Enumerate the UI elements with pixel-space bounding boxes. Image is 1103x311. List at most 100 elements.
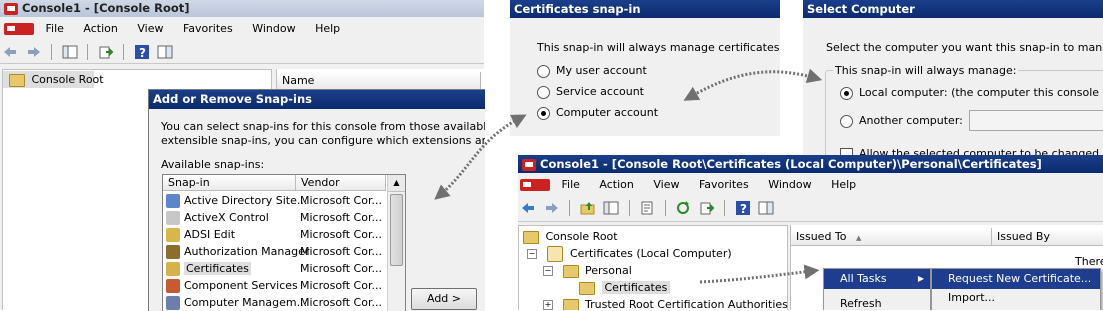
snapin-row[interactable]: ADSI Edit Microsoft Cor... bbox=[163, 226, 386, 243]
forward-icon[interactable] bbox=[26, 44, 42, 60]
menu-action[interactable]: Action bbox=[591, 173, 641, 197]
radio-label: Another computer: bbox=[859, 114, 963, 127]
menu-action[interactable]: Action bbox=[75, 17, 125, 41]
menu-item-all-tasks[interactable]: All Tasks ▶ bbox=[824, 269, 930, 289]
tree-item-console-root[interactable]: Console Root bbox=[3, 71, 104, 88]
groupbox-label: This snap-in will always manage: bbox=[833, 64, 1019, 77]
certificate-store-icon bbox=[546, 246, 563, 262]
tree-item-certificates[interactable]: Certificates bbox=[519, 279, 787, 296]
console2-titlebar[interactable]: Console1 - [Console Root\Certificates (L… bbox=[518, 155, 1103, 173]
menu-item-request-new-certificate[interactable]: Request New Certificate... bbox=[932, 269, 1100, 289]
collapse-icon[interactable]: − bbox=[543, 266, 553, 276]
folder-icon bbox=[562, 264, 579, 278]
show-hide-tree-icon[interactable] bbox=[62, 44, 78, 60]
up-one-level-icon[interactable] bbox=[580, 200, 596, 216]
menu-window[interactable]: Window bbox=[244, 17, 303, 41]
column-header-snapin[interactable]: Snap-in bbox=[163, 175, 296, 191]
description-line-2: extensible snap-ins, you can configure w… bbox=[161, 134, 485, 147]
menu-view[interactable]: View bbox=[129, 17, 171, 41]
menu-file[interactable]: File bbox=[38, 17, 72, 41]
menu-view[interactable]: View bbox=[645, 173, 687, 197]
snapin-name: Component Services bbox=[184, 279, 298, 292]
snapin-row[interactable]: Certificates Microsoft Cor... bbox=[163, 260, 386, 277]
tree-item-label: Certificates (Local Computer) bbox=[570, 247, 732, 260]
console-menu-icon[interactable] bbox=[4, 23, 34, 35]
console1-title: Console1 - [Console Root] bbox=[22, 1, 190, 15]
menu-item-refresh[interactable]: Refresh bbox=[824, 294, 930, 310]
snapin-row[interactable]: Authorization Manager Microsoft Cor... bbox=[163, 243, 386, 260]
radio-computer-account[interactable]: Computer account bbox=[537, 104, 658, 121]
menu-item-import[interactable]: Import... bbox=[932, 289, 1100, 307]
snapin-row[interactable]: Active Directory Site... Microsoft Cor... bbox=[163, 192, 386, 209]
collapse-icon[interactable]: − bbox=[527, 249, 537, 259]
snapin-name: Active Directory Site... bbox=[184, 194, 308, 207]
help-icon[interactable]: ? bbox=[735, 200, 751, 216]
tree-item-console-root[interactable]: Console Root bbox=[519, 228, 787, 245]
radio-another-computer[interactable]: Another computer: bbox=[840, 112, 963, 129]
menu-favorites[interactable]: Favorites bbox=[175, 17, 241, 41]
certificates-snapin-dialog: Certificates snap-in This snap-in will a… bbox=[510, 0, 780, 136]
forward-icon[interactable] bbox=[544, 200, 560, 216]
snapin-name: ActiveX Control bbox=[184, 211, 269, 224]
menu-help[interactable]: Help bbox=[307, 17, 348, 41]
show-hide-tree-icon[interactable] bbox=[603, 200, 619, 216]
all-tasks-submenu: Request New Certificate... Import... bbox=[931, 268, 1101, 310]
column-header-name[interactable]: Name bbox=[277, 72, 481, 90]
add-remove-titlebar[interactable]: Add or Remove Snap-ins bbox=[149, 90, 485, 109]
tree-item-trusted-root[interactable]: + Trusted Root Certification Authorities bbox=[519, 296, 788, 310]
submenu-arrow-icon: ▶ bbox=[917, 274, 924, 283]
snapin-row[interactable]: Computer Managem... Microsoft Cor... bbox=[163, 294, 386, 311]
radio-my-user-account[interactable]: My user account bbox=[537, 62, 647, 79]
radio-service-account[interactable]: Service account bbox=[537, 83, 644, 100]
another-computer-input[interactable] bbox=[969, 110, 1103, 131]
menu-window[interactable]: Window bbox=[760, 173, 819, 197]
certificates-snapin-titlebar[interactable]: Certificates snap-in bbox=[510, 0, 780, 18]
snapin-vendor: Microsoft Cor... bbox=[300, 194, 382, 207]
available-snapins-label: Available snap-ins: bbox=[161, 158, 265, 171]
snapin-row[interactable]: Component Services Microsoft Cor... bbox=[163, 277, 386, 294]
console2-menubar: File Action View Favorites Window Help bbox=[518, 173, 1103, 197]
snapin-vendor: Microsoft Cor... bbox=[300, 211, 382, 224]
select-computer-titlebar[interactable]: Select Computer bbox=[803, 0, 1103, 18]
ad-sites-icon bbox=[166, 194, 180, 208]
menu-help[interactable]: Help bbox=[823, 173, 864, 197]
column-header-label: Snap-in bbox=[168, 176, 210, 189]
column-header-vendor[interactable]: Vendor bbox=[296, 175, 386, 191]
console1-titlebar[interactable]: Console1 - [Console Root] bbox=[0, 0, 484, 17]
refresh-icon[interactable] bbox=[675, 200, 691, 216]
folder-open-icon bbox=[579, 281, 595, 295]
sort-ascending-icon: ▲ bbox=[856, 234, 862, 242]
properties-icon[interactable] bbox=[639, 200, 655, 216]
tree-item-certificates-local-computer[interactable]: − Certificates (Local Computer) bbox=[519, 245, 787, 262]
radio-local-computer[interactable]: Local computer: (the computer this conso… bbox=[840, 84, 1103, 101]
add-button[interactable]: Add > bbox=[411, 288, 477, 310]
help-icon[interactable]: ? bbox=[134, 44, 150, 60]
menu-item-label: Request New Certificate... bbox=[948, 272, 1092, 285]
expand-icon[interactable]: + bbox=[543, 300, 553, 310]
show-action-pane-icon[interactable] bbox=[758, 200, 774, 216]
column-header-issued-to[interactable]: Issued To ▲ bbox=[791, 228, 992, 246]
export-list-icon[interactable] bbox=[699, 200, 715, 216]
svg-text:?: ? bbox=[139, 46, 146, 60]
snapin-vendor: Microsoft Cor... bbox=[300, 296, 382, 309]
toolbar-separator bbox=[569, 200, 570, 216]
vertical-scrollbar[interactable]: ▲ bbox=[387, 175, 405, 311]
certificates-snapin-title: Certificates snap-in bbox=[514, 2, 641, 16]
console-menu-icon[interactable] bbox=[520, 179, 550, 191]
snapin-row[interactable]: ActiveX Control Microsoft Cor... bbox=[163, 209, 386, 226]
description-line-1: You can select snap-ins for this console… bbox=[161, 120, 485, 133]
toolbar-separator bbox=[51, 44, 52, 60]
back-icon[interactable] bbox=[2, 44, 18, 60]
back-icon[interactable] bbox=[520, 200, 536, 216]
menu-favorites[interactable]: Favorites bbox=[691, 173, 757, 197]
tree-item-personal[interactable]: − Personal bbox=[519, 262, 787, 279]
context-menu: All Tasks ▶ Refresh bbox=[823, 268, 931, 310]
scroll-thumb[interactable] bbox=[390, 194, 403, 266]
column-header-issued-by[interactable]: Issued By bbox=[992, 228, 1103, 246]
export-list-icon[interactable] bbox=[98, 44, 114, 60]
scroll-up-button[interactable]: ▲ bbox=[388, 175, 405, 192]
menu-item-label: Import... bbox=[948, 291, 995, 304]
menu-file[interactable]: File bbox=[554, 173, 588, 197]
show-action-pane-icon[interactable] bbox=[157, 44, 173, 60]
column-header-label: Vendor bbox=[301, 176, 340, 189]
